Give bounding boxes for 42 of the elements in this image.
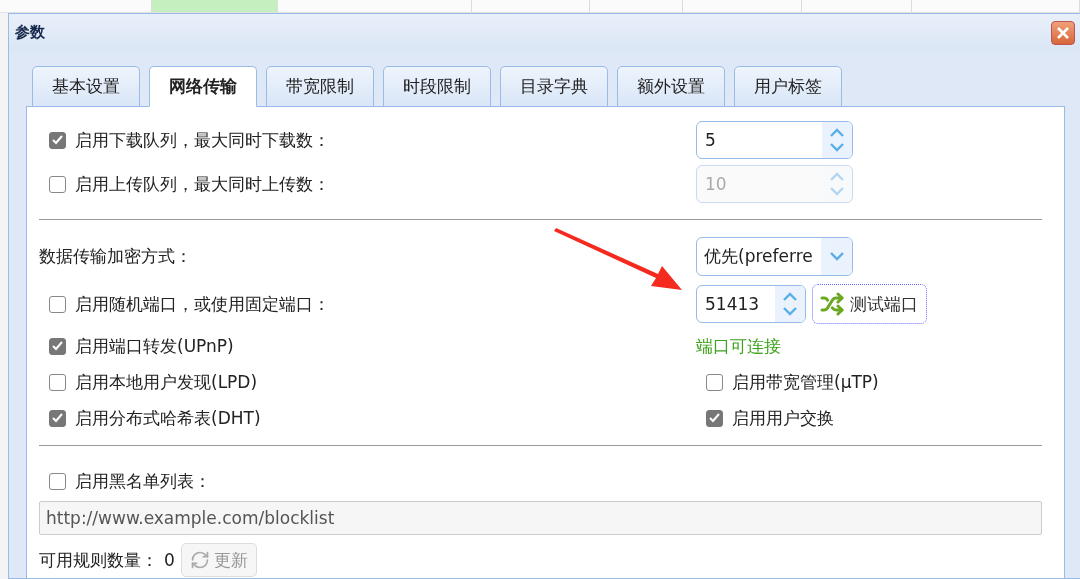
number-field[interactable]: 51413 bbox=[696, 285, 806, 323]
checkbox[interactable] bbox=[706, 409, 723, 427]
dropdown[interactable]: 优先(preferre bbox=[696, 237, 853, 276]
test-port-button[interactable]: 测试端口 bbox=[812, 284, 927, 324]
tab[interactable]: 用户标签 bbox=[734, 66, 842, 107]
shuffle-icon bbox=[820, 292, 844, 316]
window-title: 参数 bbox=[15, 23, 45, 42]
checkbox[interactable] bbox=[49, 473, 66, 490]
chevron-down-icon[interactable] bbox=[782, 307, 798, 316]
option-label: 启用下载队列，最大同时下载数： bbox=[75, 128, 330, 152]
option-label: 启用分布式哈希表(DHT) bbox=[75, 406, 261, 430]
option-label: 启用用户交换 bbox=[732, 406, 834, 430]
chevron-down-icon[interactable] bbox=[828, 252, 845, 261]
option-label: 启用黑名单列表： bbox=[75, 470, 211, 493]
option-label: 启用随机端口，或使用固定端口： bbox=[75, 292, 330, 316]
tab[interactable]: 额外设置 bbox=[617, 66, 725, 107]
checkbox[interactable] bbox=[49, 131, 66, 149]
tab[interactable]: 带宽限制 bbox=[266, 66, 374, 107]
tab[interactable]: 基本设置 bbox=[32, 66, 140, 107]
checkbox[interactable] bbox=[49, 409, 66, 427]
number-field[interactable]: 5 bbox=[696, 121, 853, 159]
tab[interactable]: 时段限制 bbox=[383, 66, 491, 107]
checkbox[interactable] bbox=[49, 295, 66, 313]
checkbox[interactable] bbox=[49, 337, 66, 355]
checkbox[interactable] bbox=[706, 373, 723, 391]
close-button[interactable] bbox=[1051, 20, 1075, 45]
port-status-text: 端口可连接 bbox=[696, 335, 781, 356]
tab[interactable]: 目录字典 bbox=[500, 66, 608, 107]
tab[interactable]: 网络传输 bbox=[149, 66, 257, 107]
chevron-down-icon[interactable] bbox=[829, 143, 845, 152]
option-label: 启用带宽管理(µTP) bbox=[732, 370, 879, 394]
checkbox[interactable] bbox=[49, 373, 66, 391]
rule-count-label: 可用规则数量： bbox=[39, 548, 158, 572]
chevron-up-icon[interactable] bbox=[829, 128, 845, 137]
chevron-up-icon[interactable] bbox=[782, 292, 798, 301]
refresh-icon bbox=[189, 550, 210, 570]
option-label: 启用端口转发(UPnP) bbox=[75, 334, 234, 358]
option-label: 启用上传队列，最大同时上传数： bbox=[75, 172, 330, 196]
encryption-label: 数据传输加密方式： bbox=[39, 245, 193, 268]
close-icon bbox=[1057, 26, 1069, 39]
option-label: 启用本地用户发现(LPD) bbox=[75, 370, 258, 394]
rule-count: 0 bbox=[164, 550, 175, 570]
